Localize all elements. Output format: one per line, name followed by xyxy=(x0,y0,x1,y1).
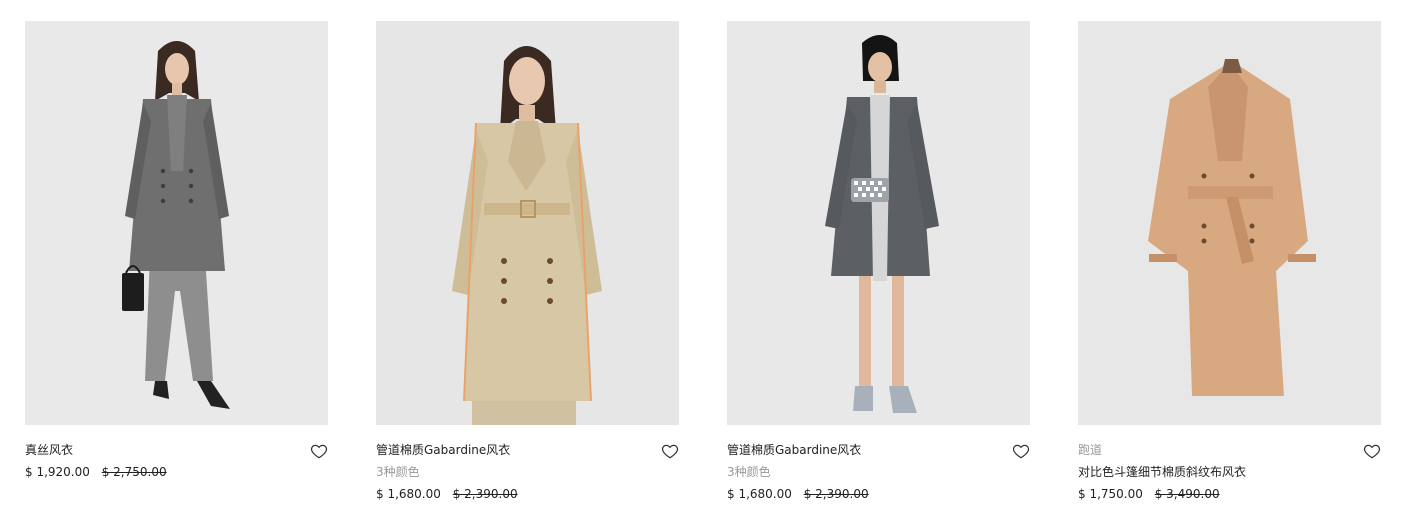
wishlist-heart-icon[interactable] xyxy=(1012,442,1030,460)
product-name[interactable]: 管道棉质Gabardine风衣 xyxy=(727,439,1007,461)
product-info: 跑道 对比色斗篷细节棉质斜纹布风衣 $ 1,750.00 $ 3,490.00 xyxy=(1078,439,1358,505)
product-card[interactable]: 真丝风衣 $ 1,920.00 $ 2,750.00 xyxy=(25,21,328,511)
product-card[interactable]: 跑道 对比色斗篷细节棉质斜纹布风衣 $ 1,750.00 $ 3,490.00 xyxy=(1078,21,1381,511)
product-original-price: $ 3,490.00 xyxy=(1154,487,1220,501)
product-price-row: $ 1,680.00 $ 2,390.00 xyxy=(376,483,656,505)
heart-outline-icon xyxy=(661,444,679,459)
product-name[interactable]: 对比色斗篷细节棉质斜纹布风衣 xyxy=(1078,461,1358,483)
product-info: 真丝风衣 $ 1,920.00 $ 2,750.00 xyxy=(25,439,305,483)
product-original-price: $ 2,750.00 xyxy=(101,465,167,479)
product-image-grey-silk-trench[interactable] xyxy=(25,21,328,425)
product-original-price: $ 2,390.00 xyxy=(803,487,869,501)
wishlist-heart-icon[interactable] xyxy=(1363,442,1381,460)
product-card[interactable]: 管道棉质Gabardine风衣 3种颜色 $ 1,680.00 $ 2,390.… xyxy=(727,21,1030,511)
product-card[interactable]: 管道棉质Gabardine风衣 3种颜色 $ 1,680.00 $ 2,390.… xyxy=(376,21,679,511)
heart-outline-icon xyxy=(1012,444,1030,459)
product-name[interactable]: 管道棉质Gabardine风衣 xyxy=(376,439,656,461)
product-price: $ 1,680.00 xyxy=(727,487,792,501)
product-image-camel-cape-trench[interactable] xyxy=(1078,21,1381,425)
product-runway-tag: 跑道 xyxy=(1078,443,1103,457)
product-image-charcoal-gabardine-trench[interactable] xyxy=(727,21,1030,425)
product-image-honey-gabardine-trench[interactable] xyxy=(376,21,679,425)
product-color-count: 3种颜色 xyxy=(727,465,771,479)
wishlist-heart-icon[interactable] xyxy=(661,442,679,460)
product-price: $ 1,920.00 xyxy=(25,465,90,479)
product-info: 管道棉质Gabardine风衣 3种颜色 $ 1,680.00 $ 2,390.… xyxy=(376,439,656,505)
heart-outline-icon xyxy=(310,444,328,459)
heart-outline-icon xyxy=(1363,444,1381,459)
product-color-count: 3种颜色 xyxy=(376,465,420,479)
product-original-price: $ 2,390.00 xyxy=(452,487,518,501)
product-grid: 真丝风衣 $ 1,920.00 $ 2,750.00 管道棉质Gabardine… xyxy=(0,0,1407,520)
product-price-row: $ 1,920.00 $ 2,750.00 xyxy=(25,461,305,483)
product-price: $ 1,680.00 xyxy=(376,487,441,501)
product-name[interactable]: 真丝风衣 xyxy=(25,439,305,461)
wishlist-heart-icon[interactable] xyxy=(310,442,328,460)
product-price-row: $ 1,750.00 $ 3,490.00 xyxy=(1078,483,1358,505)
product-price: $ 1,750.00 xyxy=(1078,487,1143,501)
product-price-row: $ 1,680.00 $ 2,390.00 xyxy=(727,483,1007,505)
product-info: 管道棉质Gabardine风衣 3种颜色 $ 1,680.00 $ 2,390.… xyxy=(727,439,1007,505)
